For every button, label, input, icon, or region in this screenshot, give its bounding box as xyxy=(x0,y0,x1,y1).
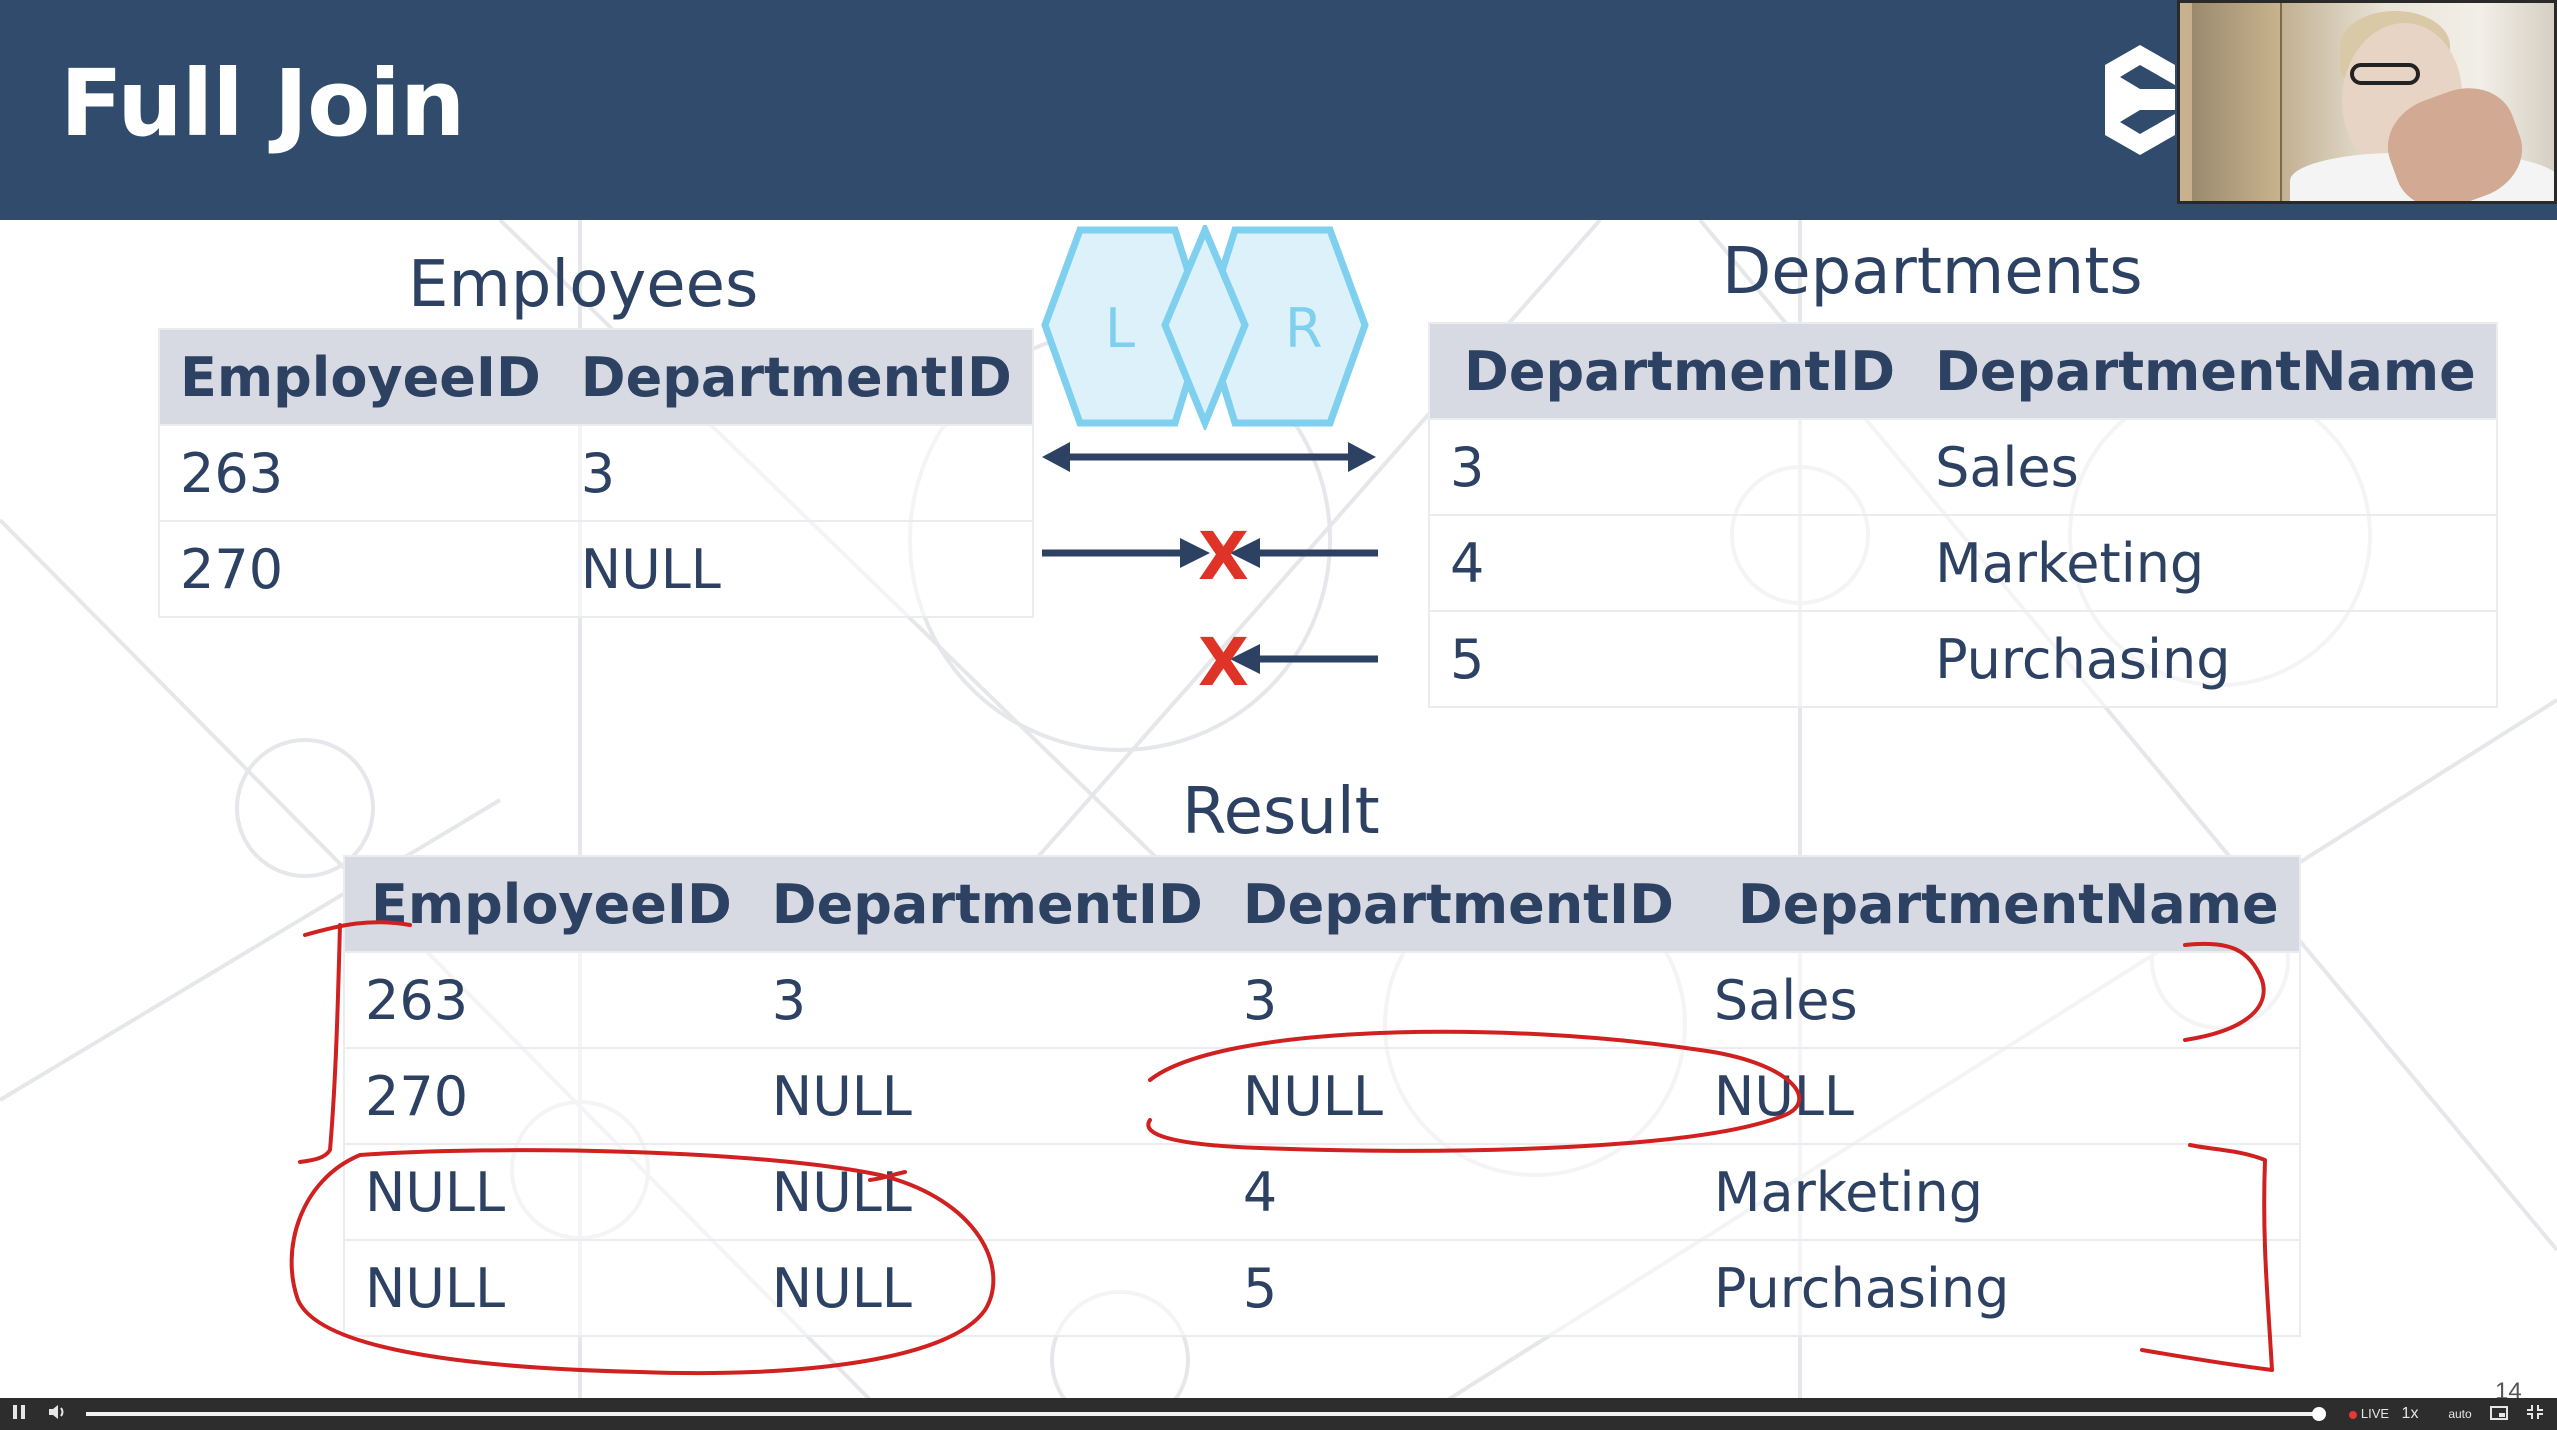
table-cell: 3 xyxy=(560,424,1033,521)
live-label: LIVE xyxy=(2360,1406,2390,1421)
table-cell: 4 xyxy=(1222,1143,1694,1240)
table-cell: 3 xyxy=(751,951,1223,1048)
table-row: NULL NULL 5 Purchasing xyxy=(344,1239,2300,1336)
table-cell: Marketing xyxy=(1693,1143,2300,1240)
departments-table: DepartmentID DepartmentName 3 Sales 4 Ma… xyxy=(1428,322,2498,708)
speed-button[interactable]: 1x xyxy=(2390,1398,2430,1430)
quality-button[interactable]: auto xyxy=(2440,1398,2480,1430)
table-row: 263 3 xyxy=(159,424,1033,521)
video-player-controls: LIVE 1x auto xyxy=(0,1398,2557,1430)
table-cell: 5 xyxy=(1429,610,1916,707)
table-row: 270 NULL xyxy=(159,520,1033,617)
column-header: DepartmentName xyxy=(1693,856,2300,952)
table-cell: 270 xyxy=(344,1047,752,1144)
column-header: DepartmentID xyxy=(1222,856,1694,952)
column-header: DepartmentID xyxy=(560,329,1033,425)
table-cell: NULL xyxy=(344,1143,752,1240)
column-header: DepartmentID xyxy=(751,856,1223,952)
exit-fullscreen-icon[interactable] xyxy=(2520,1398,2550,1430)
table-cell: NULL xyxy=(751,1143,1223,1240)
table-row: 3 Sales xyxy=(1429,418,2497,515)
slide-title: Full Join xyxy=(60,50,465,157)
progress-track[interactable] xyxy=(86,1407,2326,1421)
table-header-row: EmployeeID DepartmentID DepartmentID Dep… xyxy=(344,856,2300,952)
table-row: NULL NULL 4 Marketing xyxy=(344,1143,2300,1240)
column-header: DepartmentName xyxy=(1915,323,2497,419)
no-match-x-icon: X xyxy=(1198,624,1249,701)
table-cell: NULL xyxy=(1222,1047,1694,1144)
table-cell: 3 xyxy=(1222,951,1694,1048)
departments-caption: Departments xyxy=(1722,235,2143,309)
table-cell: 4 xyxy=(1429,514,1916,611)
pause-icon[interactable] xyxy=(6,1398,32,1430)
slide-header: Full Join xyxy=(0,0,2557,220)
progress-fill xyxy=(86,1407,2326,1421)
picture-in-picture-icon[interactable] xyxy=(2486,1398,2512,1430)
table-header-row: EmployeeID DepartmentID xyxy=(159,329,1033,425)
table-cell: Sales xyxy=(1915,418,2497,515)
table-header-row: DepartmentID DepartmentName xyxy=(1429,323,2497,419)
table-cell: Sales xyxy=(1693,951,2300,1048)
employees-caption: Employees xyxy=(408,248,759,322)
table-cell: 270 xyxy=(159,520,561,617)
table-row: 4 Marketing xyxy=(1429,514,2497,611)
table-row: 270 NULL NULL NULL xyxy=(344,1047,2300,1144)
table-cell: NULL xyxy=(751,1239,1223,1336)
volume-icon[interactable] xyxy=(44,1398,70,1430)
table-cell: NULL xyxy=(1693,1047,2300,1144)
table-cell: Purchasing xyxy=(1693,1239,2300,1336)
full-join-venn-icon: L R xyxy=(1041,225,1369,430)
table-cell: Purchasing xyxy=(1915,610,2497,707)
table-cell: NULL xyxy=(560,520,1033,617)
webcam-video-overlay[interactable] xyxy=(2177,0,2557,204)
venn-right-label: R xyxy=(1285,297,1323,360)
column-header: DepartmentID xyxy=(1429,323,1916,419)
venn-left-label: L xyxy=(1105,297,1135,360)
no-match-x-icon: X xyxy=(1198,518,1249,595)
table-cell: 263 xyxy=(159,424,561,521)
employees-table: EmployeeID DepartmentID 263 3 270 NULL xyxy=(158,328,1034,618)
column-header: EmployeeID xyxy=(159,329,561,425)
table-cell: 263 xyxy=(344,951,752,1048)
result-caption: Result xyxy=(1182,775,1380,849)
progress-thumb[interactable] xyxy=(2312,1407,2326,1421)
table-row: 5 Purchasing xyxy=(1429,610,2497,707)
table-cell: 3 xyxy=(1429,418,1916,515)
table-cell: NULL xyxy=(344,1239,752,1336)
table-cell: NULL xyxy=(751,1047,1223,1144)
table-cell: Marketing xyxy=(1915,514,2497,611)
table-row: 263 3 3 Sales xyxy=(344,951,2300,1048)
brand-logo-icon xyxy=(2105,45,2175,155)
result-table: EmployeeID DepartmentID DepartmentID Dep… xyxy=(343,855,2301,1337)
column-header: EmployeeID xyxy=(344,856,752,952)
table-cell: 5 xyxy=(1222,1239,1694,1336)
